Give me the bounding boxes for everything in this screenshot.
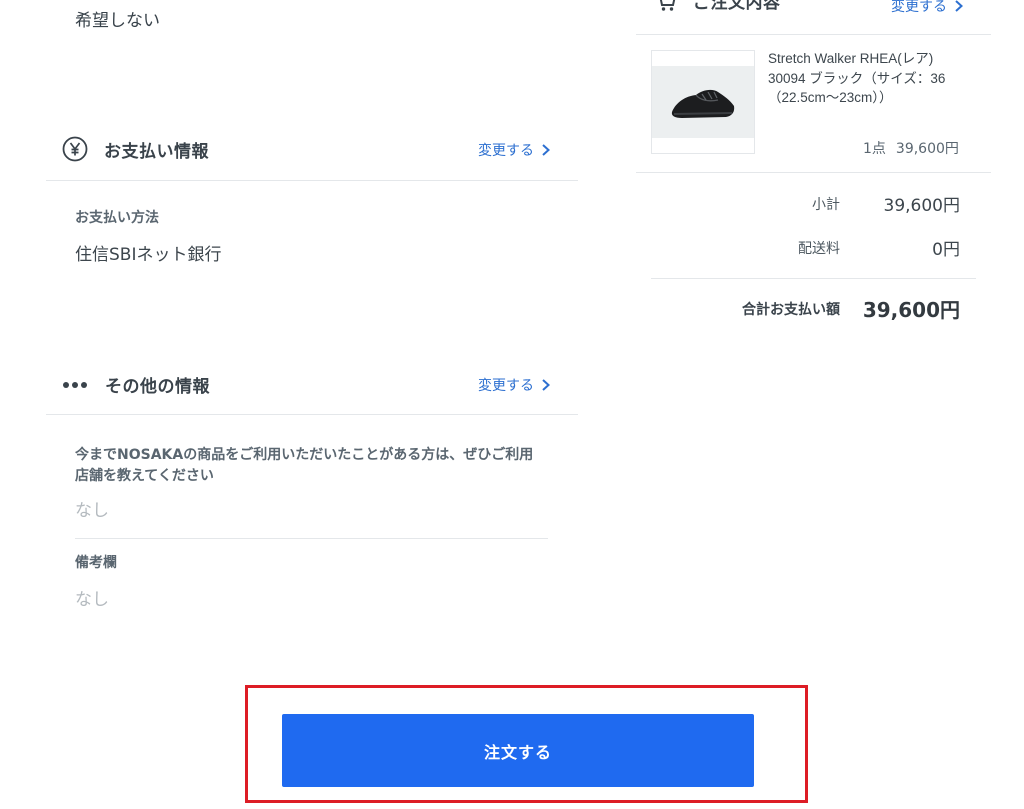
store-question-value: なし bbox=[75, 501, 109, 521]
other-change-label: 変更する bbox=[478, 378, 534, 394]
black-sneaker-photo bbox=[671, 89, 735, 118]
payment-change-label: 変更する bbox=[478, 143, 534, 159]
subtotal-value: 39,600円 bbox=[883, 196, 960, 216]
product-price: 39,600円 bbox=[895, 141, 959, 157]
order-change-label: 変更する bbox=[891, 0, 947, 15]
chevron-right-icon bbox=[542, 379, 550, 391]
shipping-value: 0円 bbox=[932, 240, 960, 260]
product-divider bbox=[636, 172, 991, 173]
cart-icon bbox=[655, 0, 677, 12]
delivery-preference-value: 希望しない bbox=[75, 11, 160, 31]
order-summary-title: ご注文内容 bbox=[693, 0, 781, 13]
total-value: 39,600円 bbox=[862, 298, 960, 322]
payment-section-title: お支払い情報 bbox=[104, 141, 209, 162]
remarks-value: なし bbox=[75, 590, 109, 610]
more-dots-icon bbox=[62, 373, 90, 397]
other-divider bbox=[46, 414, 578, 415]
other-change-link[interactable]: 変更する bbox=[478, 375, 552, 395]
product-name[interactable]: Stretch Walker RHEA(レア) 30094 ブラック（サイズ：3… bbox=[768, 49, 963, 108]
payment-divider bbox=[46, 180, 578, 181]
subtotal-label: 小計 bbox=[812, 197, 840, 213]
payment-method-label: お支払い方法 bbox=[75, 210, 159, 226]
order-change-link[interactable]: 変更する bbox=[891, 0, 965, 16]
remarks-label: 備考欄 bbox=[75, 555, 117, 571]
other-section-title: その他の情報 bbox=[105, 377, 210, 397]
product-image[interactable] bbox=[651, 50, 755, 154]
chevron-right-icon bbox=[542, 144, 550, 156]
product-quantity-price: 1点 39,600円 bbox=[863, 138, 959, 158]
total-label: 合計お支払い額 bbox=[742, 302, 840, 318]
field-divider bbox=[75, 538, 548, 539]
yen-circle-icon bbox=[62, 136, 88, 162]
store-question-label: 今までNOSAKAの商品をご利用いただいたことがある方は、ぜひご利用店舗を教えて… bbox=[75, 447, 534, 484]
place-order-button[interactable]: 注文する bbox=[282, 714, 754, 787]
chevron-right-icon bbox=[955, 0, 963, 12]
order-header-divider bbox=[636, 34, 991, 35]
product-quantity: 1点 bbox=[863, 141, 886, 157]
order-summary-header: ご注文内容 bbox=[655, 0, 781, 13]
totals-divider bbox=[651, 278, 976, 279]
payment-method-value: 住信SBIネット銀行 bbox=[75, 245, 222, 265]
shipping-label: 配送料 bbox=[798, 241, 840, 257]
payment-change-link[interactable]: 変更する bbox=[478, 140, 552, 160]
